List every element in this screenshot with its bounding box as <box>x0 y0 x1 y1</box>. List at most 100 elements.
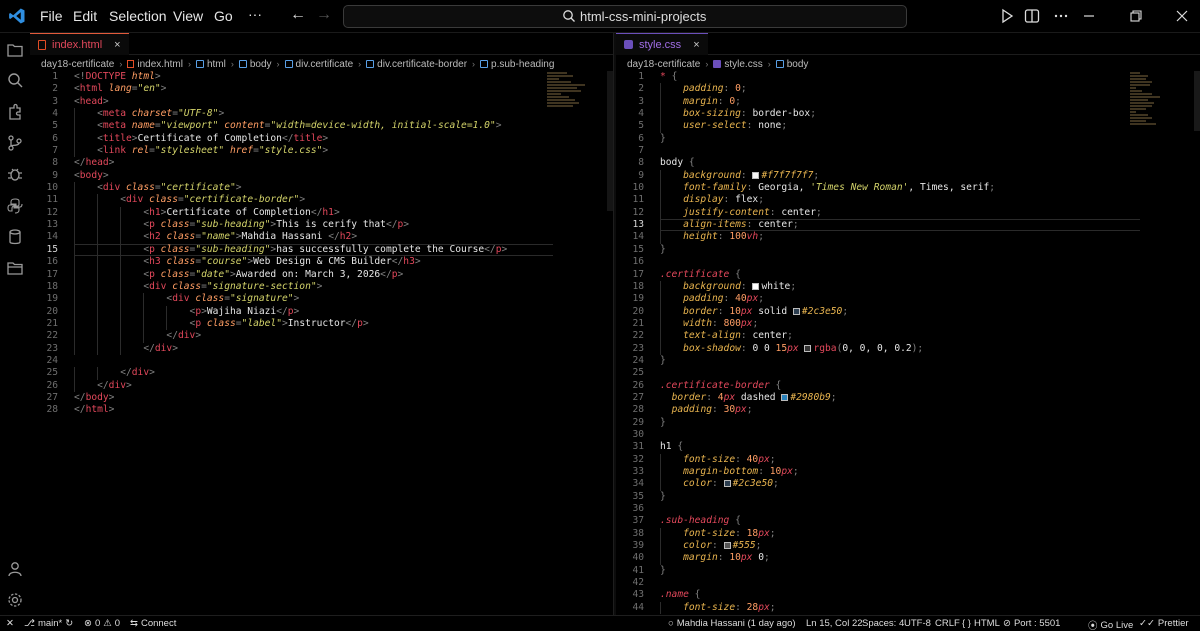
code-editor-html[interactable]: 1 <!DOCTYPE html> 2 <html lang="en"> 3 <head>… <box>30 71 613 417</box>
tab-style-css[interactable]: style.css × <box>616 33 708 55</box>
menu-view[interactable]: View <box>173 8 203 24</box>
code-line[interactable]: 26 </div> <box>30 379 613 392</box>
color-swatch[interactable] <box>804 344 812 352</box>
code-line[interactable]: 33 margin-bottom: 10px; <box>616 466 1200 479</box>
code-editor-css[interactable]: 1 * {2 padding: 0; 3 margin: 0; 4 box-sizin… <box>616 71 1200 615</box>
breadcrumb-item[interactable]: div.certificate <box>296 59 354 70</box>
breadcrumb-item[interactable]: p.sub-heading <box>491 59 554 70</box>
close-tab-icon[interactable]: × <box>693 39 699 51</box>
branch-item[interactable]: ⎇ main* ↻ <box>24 618 73 629</box>
code-line[interactable]: 27 border: 4px dashed #2980b9; <box>616 392 1200 404</box>
code-line[interactable]: 4 <meta charset="UTF-8"> <box>30 108 613 121</box>
indentation[interactable]: Spaces: 4 <box>862 618 904 629</box>
code-line[interactable]: 5 user-select: none; <box>616 120 1200 133</box>
code-line[interactable]: 6 <title>Certificate of Completion</titl… <box>30 132 613 146</box>
color-swatch[interactable] <box>781 393 789 401</box>
encoding[interactable]: UTF-8 <box>904 618 931 629</box>
code-line[interactable]: 26 .certificate-border { <box>616 380 1200 392</box>
code-line[interactable]: 18 background: white; <box>616 280 1200 294</box>
menu-file[interactable]: File <box>40 8 63 24</box>
code-line[interactable]: 28 </html> <box>30 404 613 416</box>
code-line[interactable]: 7 <box>616 145 1200 157</box>
forward-arrow-icon[interactable]: → <box>316 6 332 24</box>
tab-index-html[interactable]: index.html × <box>30 33 129 55</box>
project-manager-icon[interactable] <box>6 259 24 277</box>
code-line[interactable]: 23 box-shadow: 0 0 15px rgba(0, 0, 0, 0.… <box>616 342 1200 355</box>
code-line[interactable]: 16 <h3 class="course">Web Design & CMS B… <box>30 256 613 269</box>
code-line[interactable]: 9 <body> <box>30 170 613 182</box>
code-line[interactable]: 29} <box>616 417 1200 429</box>
code-line[interactable]: 23 </div> <box>30 342 613 355</box>
code-line[interactable]: 21 width: 800px; <box>616 317 1200 331</box>
code-line[interactable]: 42 <box>616 577 1200 589</box>
code-line[interactable]: 6} <box>616 133 1200 145</box>
breadcrumb-item[interactable]: html <box>207 59 226 70</box>
code-line[interactable]: 11 <div class="certificate-border"> <box>30 194 613 207</box>
code-line[interactable]: 28 padding: 30px; <box>616 404 1200 416</box>
code-line[interactable]: 21 <p class="label">Instructor</p> <box>30 317 613 331</box>
code-line[interactable]: 43 .name { <box>616 589 1200 601</box>
live-server-port[interactable]: ⊘ Port : 5501 <box>1003 618 1060 629</box>
color-swatch[interactable] <box>752 282 760 290</box>
code-line[interactable]: 40 margin: 10px 0; <box>616 552 1200 565</box>
code-line[interactable]: 8 </head> <box>30 157 613 169</box>
menu-edit[interactable]: Edit <box>73 8 97 24</box>
search-icon[interactable] <box>6 71 24 89</box>
code-line[interactable]: 22 </div> <box>30 330 613 343</box>
code-line[interactable]: 15 <p class="sub-heading">has successful… <box>30 243 613 257</box>
git-blame-item[interactable]: ○ Mahdia Hassani (1 day ago) <box>668 618 796 629</box>
python-icon[interactable] <box>6 197 24 215</box>
code-line[interactable]: 17 .certificate { <box>616 269 1200 281</box>
code-line[interactable]: 27 </body> <box>30 392 613 404</box>
code-line[interactable]: 15} <box>616 244 1200 256</box>
split-editor-icon[interactable] <box>1023 7 1041 25</box>
breadcrumb-item[interactable]: day18-certificate <box>627 59 700 70</box>
back-arrow-icon[interactable]: ← <box>290 6 306 24</box>
minimize-icon[interactable] <box>1080 7 1098 25</box>
code-line[interactable]: 9 background: #f7f7f7f7; <box>616 169 1200 183</box>
extensions-puzzle-icon[interactable] <box>6 103 24 121</box>
settings-gear-icon[interactable] <box>6 591 24 609</box>
breadcrumb-item[interactable]: body <box>787 59 809 70</box>
code-line[interactable]: 34 color: #2c3e50; <box>616 478 1200 491</box>
code-line[interactable]: 14 height: 100vh; <box>616 231 1200 244</box>
code-line[interactable]: 25 </div> <box>30 367 613 380</box>
code-line[interactable]: 24 <box>30 355 613 367</box>
code-line[interactable]: 10 <div class="certificate"> <box>30 182 613 195</box>
code-line[interactable]: 17 <p class="date">Awarded on: March 3, … <box>30 268 613 281</box>
breadcrumb-item[interactable]: div.certificate-border <box>377 59 467 70</box>
code-line[interactable]: 20 border: 10px solid #2c3e50; <box>616 305 1200 318</box>
code-line[interactable]: 44 font-size: 28px; <box>616 601 1200 615</box>
code-line[interactable]: 12 justify-content: center; <box>616 206 1200 220</box>
code-line[interactable]: 31 h1 { <box>616 441 1200 453</box>
code-line[interactable]: 10 font-family: Georgia, 'Times New Roma… <box>616 182 1200 195</box>
cursor-position[interactable]: Ln 15, Col 22 <box>806 618 863 629</box>
breadcrumb-item[interactable]: style.css <box>724 59 762 70</box>
code-line[interactable]: 2 <html lang="en"> <box>30 83 613 95</box>
code-line[interactable]: 37 .sub-heading { <box>616 515 1200 527</box>
code-line[interactable]: 16 <box>616 256 1200 268</box>
code-line[interactable]: 13 <p class="sub-heading">This is cerify… <box>30 219 613 232</box>
breadcrumb-item[interactable]: day18-certificate <box>41 59 114 70</box>
more-actions-icon[interactable] <box>1052 7 1070 25</box>
code-line[interactable]: 30 <box>616 429 1200 441</box>
close-window-icon[interactable] <box>1173 7 1191 25</box>
prettier-item[interactable]: ✓✓ Prettier <box>1139 618 1189 629</box>
language-mode[interactable]: { } HTML <box>962 618 1000 629</box>
breadcrumb-item[interactable]: body <box>250 59 272 70</box>
code-line[interactable]: 39 color: #555; <box>616 540 1200 553</box>
explorer-icon[interactable] <box>6 41 24 59</box>
menu-selection[interactable]: Selection <box>109 8 167 24</box>
color-swatch[interactable] <box>752 171 760 179</box>
database-icon[interactable] <box>6 228 24 246</box>
more-menu-icon[interactable]: ··· <box>248 6 262 22</box>
color-swatch[interactable] <box>723 542 731 550</box>
restore-icon[interactable] <box>1127 7 1145 25</box>
minimap[interactable] <box>1130 71 1170 131</box>
code-line[interactable]: 25 <box>616 367 1200 379</box>
code-line[interactable]: 20 <p>Wajiha Niazi</p> <box>30 305 613 318</box>
problems-item[interactable]: ⊗ 0 ⚠ 0 <box>84 618 120 629</box>
code-line[interactable]: 14 <h2 class="name">Mahdia Hassani </h2> <box>30 231 613 244</box>
code-line[interactable]: 3 <head> <box>30 96 613 108</box>
breadcrumb-item[interactable]: index.html <box>137 59 183 70</box>
